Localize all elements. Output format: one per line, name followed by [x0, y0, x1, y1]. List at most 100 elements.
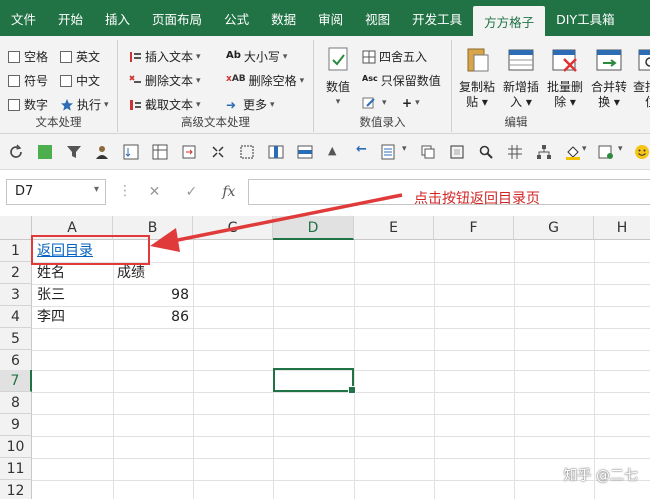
batch-delete-button[interactable]: 批量删 除 ▾ [544, 46, 586, 110]
plus-dropdown[interactable]: + [402, 96, 420, 110]
triangle-up-icon[interactable]: ▲ [328, 144, 344, 160]
cancel-icon[interactable]: ✕ [149, 184, 161, 200]
new-insert-label-2: 入 ▾ [510, 95, 532, 109]
table-icon[interactable] [152, 144, 168, 160]
columns-icon[interactable] [268, 144, 284, 160]
select-icon[interactable] [239, 144, 255, 160]
row-header-7[interactable]: 7 [0, 370, 32, 392]
sheet-settings-icon[interactable] [598, 144, 614, 160]
find-locate-button[interactable]: 查找定 位 [630, 46, 650, 110]
select-all-corner[interactable] [0, 216, 32, 240]
hierarchy-icon[interactable] [536, 144, 552, 160]
extract-text-button[interactable]: 截取文本 [128, 96, 201, 113]
extract-icon [130, 99, 141, 110]
active-cell-d7[interactable] [273, 368, 356, 394]
column-header-f[interactable]: F [434, 216, 514, 240]
rows-icon[interactable] [297, 144, 313, 160]
column-header-h[interactable]: H [594, 216, 650, 240]
spreadsheet-grid[interactable]: A B C D E F G H 1 2 3 4 5 6 7 8 9 10 11 … [0, 216, 650, 499]
row-header-6[interactable]: 6 [0, 350, 32, 372]
copy-icon[interactable] [420, 144, 436, 160]
formula-divider: ⋮ [118, 183, 132, 199]
tab-view[interactable]: 视图 [354, 0, 401, 36]
row-header-4[interactable]: 4 [0, 306, 32, 328]
insert-text-button[interactable]: 插入文本 [128, 48, 201, 65]
row-header-8[interactable]: 8 [0, 392, 32, 414]
insert-text-label: 插入文本 [145, 50, 194, 64]
round-button[interactable]: 四舍五入 [362, 48, 427, 65]
watermark: 知乎 @二七 [563, 468, 638, 484]
green-square-icon[interactable] [37, 144, 53, 160]
grid-icon[interactable] [507, 144, 523, 160]
chevron-down-icon[interactable]: ▾ [402, 144, 418, 160]
row-header-9[interactable]: 9 [0, 414, 32, 436]
more-button[interactable]: ➜ 更多 [226, 96, 275, 113]
checkbox-symbol[interactable]: 符号 [8, 72, 48, 89]
column-header-c[interactable]: C [193, 216, 273, 240]
paint-bucket-icon[interactable] [565, 144, 581, 160]
row-header-2[interactable]: 2 [0, 262, 32, 284]
tab-diy-toolbox[interactable]: DIY工具箱 [545, 0, 625, 36]
checkbox-chinese[interactable]: 中文 [60, 72, 100, 89]
keep-values-button[interactable]: Asc 只保留数值 [362, 72, 441, 89]
cell-a4[interactable]: 李四 [33, 306, 113, 328]
row-header-1[interactable]: 1 [0, 240, 32, 262]
row-header-3[interactable]: 3 [0, 284, 32, 306]
search-icon[interactable] [478, 144, 494, 160]
arrow-left-icon[interactable]: ← [356, 142, 372, 158]
cell-a2[interactable]: 姓名 [33, 262, 113, 284]
move-icon[interactable] [181, 144, 197, 160]
column-header-g[interactable]: G [514, 216, 594, 240]
checkbox-icon [8, 98, 20, 111]
tab-developer[interactable]: 开发工具 [401, 0, 473, 36]
name-box-value: D7 [15, 184, 34, 199]
table-insert-icon [508, 49, 534, 71]
case-label: 大小写 [243, 50, 280, 64]
row-header-5[interactable]: 5 [0, 328, 32, 350]
smiley-icon[interactable] [634, 144, 650, 160]
check-icon[interactable]: ✓ [185, 184, 197, 200]
checkbox-number[interactable]: 数字 [8, 96, 48, 113]
execute-button[interactable]: 执行 [60, 96, 109, 113]
tab-file[interactable]: 文件 [0, 0, 47, 36]
tab-formulas[interactable]: 公式 [213, 0, 260, 36]
checkbox-english[interactable]: 英文 [60, 48, 100, 65]
row-header-11[interactable]: 11 [0, 458, 32, 480]
tab-review[interactable]: 审阅 [307, 0, 354, 36]
checkbox-space[interactable]: 空格 [8, 48, 48, 65]
cell-b4[interactable]: 86 [113, 306, 193, 328]
name-box[interactable]: D7 ▾ [6, 179, 106, 205]
row-header-12[interactable]: 12 [0, 480, 32, 499]
cell-b3[interactable]: 98 [113, 284, 193, 306]
sort-icon[interactable] [123, 144, 139, 160]
chevron-down-icon[interactable]: ▾ [582, 144, 598, 160]
delete-text-button[interactable]: 删除文本 [128, 72, 201, 89]
tab-data[interactable]: 数据 [260, 0, 307, 36]
cell-a3[interactable]: 张三 [33, 284, 113, 306]
tab-insert[interactable]: 插入 [94, 0, 141, 36]
frame-icon[interactable] [449, 144, 465, 160]
new-insert-button[interactable]: 新增插 入 ▾ [500, 46, 542, 110]
user-icon[interactable] [94, 144, 110, 160]
tab-page-layout[interactable]: 页面布局 [141, 0, 213, 36]
sheet-icon[interactable] [380, 144, 396, 160]
merge-convert-button[interactable]: 合并转 换 ▾ [588, 46, 630, 110]
copy-paste-button[interactable]: 复制粘 贴 ▾ [456, 46, 498, 110]
refresh-icon[interactable] [8, 144, 24, 160]
delete-spaces-button[interactable]: xAB 删除空格 [226, 72, 304, 89]
chevron-down-icon[interactable]: ▾ [618, 144, 634, 160]
clipboard-icon [467, 48, 489, 72]
shrink-icon[interactable] [210, 144, 226, 160]
filter-icon[interactable] [66, 144, 82, 160]
chevron-down-icon[interactable]: ▾ [94, 184, 99, 195]
tab-home[interactable]: 开始 [47, 0, 94, 36]
tab-fangfang[interactable]: 方方格子 [473, 6, 546, 36]
value-button[interactable]: 数值 ▾ [320, 46, 356, 110]
cell-b2[interactable]: 成绩 [113, 262, 193, 284]
case-button[interactable]: Ab 大小写 [226, 48, 287, 65]
row-header-10[interactable]: 10 [0, 436, 32, 458]
column-header-e[interactable]: E [354, 216, 434, 240]
fx-icon[interactable]: fx [222, 184, 235, 200]
edit-dropdown[interactable] [362, 96, 387, 110]
column-header-d[interactable]: D [273, 216, 354, 240]
